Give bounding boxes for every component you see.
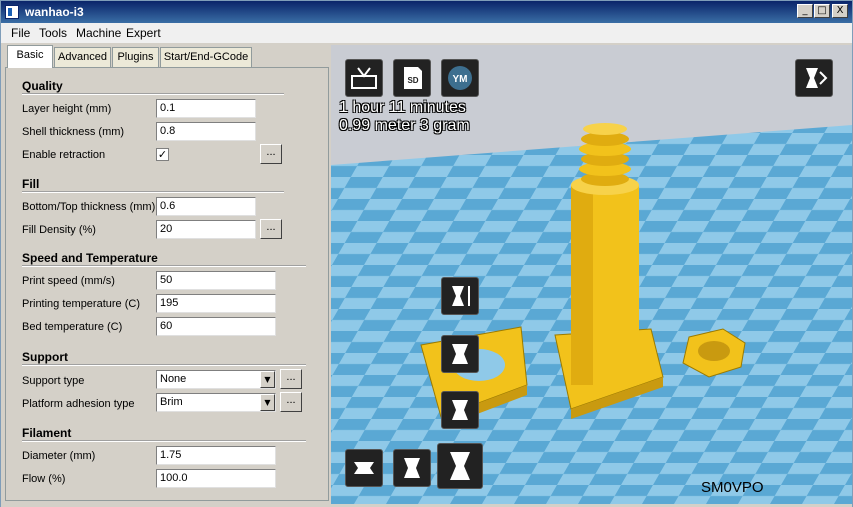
rotate-button[interactable]: [345, 449, 383, 487]
menu-tools[interactable]: Tools: [39, 26, 67, 40]
menubar: File Tools Machine Expert: [1, 23, 852, 43]
tab-plugins[interactable]: Plugins: [112, 47, 159, 67]
enable-retraction-checkbox[interactable]: ✓: [156, 148, 169, 161]
youmagine-icon: YM: [448, 66, 472, 90]
sd-card-button[interactable]: SD: [393, 59, 431, 97]
bottom-top-thickness-input[interactable]: 0.6: [156, 197, 256, 216]
printing-temperature-label: Printing temperature (C): [22, 298, 140, 310]
section-divider: [22, 265, 306, 267]
load-icon: [351, 67, 377, 89]
section-filament: Filament: [22, 426, 72, 440]
shell-thickness-input[interactable]: 0.8: [156, 122, 256, 141]
support-type-value: None: [160, 373, 187, 385]
titlebar: wanhao-i3 _ □ X: [1, 1, 852, 23]
section-divider: [22, 191, 284, 193]
section-divider: [22, 364, 306, 366]
mirror-tool-icon: [450, 452, 470, 480]
material-usage: 0.99 meter 3 gram: [339, 117, 470, 134]
mirror-tool-button[interactable]: [437, 443, 483, 489]
3d-viewport[interactable]: SD YM 1 hour 11 minutes 0.99 meter 3 gra…: [331, 45, 852, 505]
print-stats: 1 hour 11 minutes 0.99 meter 3 gram: [339, 99, 470, 135]
print-time: 1 hour 11 minutes: [339, 99, 466, 116]
sd-card-icon: SD: [404, 67, 422, 89]
settings-panel: Basic Advanced Plugins Start/End-GCode Q…: [3, 45, 329, 505]
platform-adhesion-select[interactable]: Brim ▼: [156, 393, 276, 412]
rotate-icon: [354, 462, 374, 474]
flow-input[interactable]: 100.0: [156, 469, 276, 488]
section-support: Support: [22, 350, 68, 364]
fill-density-label: Fill Density (%): [22, 224, 96, 236]
print-speed-input[interactable]: 50: [156, 271, 276, 290]
lay-flat-icon: [452, 400, 468, 420]
print-speed-label: Print speed (mm/s): [22, 275, 115, 287]
platform-adhesion-value: Brim: [160, 396, 183, 408]
support-settings-button[interactable]: ...: [280, 369, 302, 389]
menu-file[interactable]: File: [11, 26, 30, 40]
menu-expert[interactable]: Expert: [126, 26, 161, 40]
sd-label: SD: [407, 76, 418, 85]
main-window: wanhao-i3 _ □ X File Tools Machine Exper…: [0, 0, 853, 507]
youmagine-button[interactable]: YM: [441, 59, 479, 97]
section-divider: [22, 440, 306, 442]
shell-thickness-label: Shell thickness (mm): [22, 126, 125, 138]
scale-button[interactable]: [441, 277, 479, 315]
support-type-label: Support type: [22, 375, 85, 387]
section-quality: Quality: [22, 79, 63, 93]
layer-height-label: Layer height (mm): [22, 103, 112, 115]
close-button[interactable]: X: [832, 4, 848, 18]
ym-label: YM: [453, 74, 468, 85]
chevron-down-icon[interactable]: ▼: [260, 371, 275, 388]
retraction-settings-button[interactable]: ...: [260, 144, 282, 164]
layer-height-input[interactable]: 0.1: [156, 99, 256, 118]
mirror-button[interactable]: [441, 335, 479, 373]
printing-temperature-input[interactable]: 195: [156, 294, 276, 313]
menu-machine[interactable]: Machine: [76, 26, 121, 40]
app-icon: [5, 5, 19, 19]
tab-basic[interactable]: Basic: [7, 45, 53, 68]
basic-tab-page: Quality Layer height (mm) 0.1 Shell thic…: [5, 67, 329, 501]
tab-advanced[interactable]: Advanced: [54, 47, 111, 67]
platform-adhesion-label: Platform adhesion type: [22, 398, 135, 410]
section-fill: Fill: [22, 177, 40, 191]
fill-settings-button[interactable]: ...: [260, 219, 282, 239]
diameter-label: Diameter (mm): [22, 450, 96, 462]
chevron-down-icon[interactable]: ▼: [260, 394, 275, 411]
scale-tool-button[interactable]: [393, 449, 431, 487]
bottom-top-thickness-label: Bottom/Top thickness (mm): [22, 201, 156, 213]
watermark-author: SM0VPO: [701, 479, 764, 496]
tab-start-end-gcode[interactable]: Start/End-GCode: [160, 47, 252, 67]
view-mode-icon: [806, 68, 828, 88]
bed-temperature-label: Bed temperature (C): [22, 321, 123, 333]
mirror-icon: [452, 344, 468, 364]
load-model-button[interactable]: [345, 59, 383, 97]
view-mode-button[interactable]: [795, 59, 833, 97]
bed-temperature-input[interactable]: 60: [156, 317, 276, 336]
scale-tool-icon: [404, 458, 420, 478]
window-title: wanhao-i3: [25, 5, 84, 19]
adhesion-settings-button[interactable]: ...: [280, 392, 302, 412]
maximize-button[interactable]: □: [814, 4, 830, 18]
fill-density-input[interactable]: 20: [156, 220, 256, 239]
support-type-select[interactable]: None ▼: [156, 370, 276, 389]
section-speed-temperature: Speed and Temperature: [22, 251, 158, 265]
diameter-input[interactable]: 1.75: [156, 446, 276, 465]
scale-icon: [452, 286, 470, 306]
section-divider: [22, 93, 284, 95]
hex-nut-hole: [698, 341, 730, 361]
minimize-button[interactable]: _: [797, 4, 813, 18]
enable-retraction-label: Enable retraction: [22, 149, 106, 161]
flow-label: Flow (%): [22, 473, 66, 485]
spindle-column-shade: [571, 185, 593, 385]
lay-flat-button[interactable]: [441, 391, 479, 429]
